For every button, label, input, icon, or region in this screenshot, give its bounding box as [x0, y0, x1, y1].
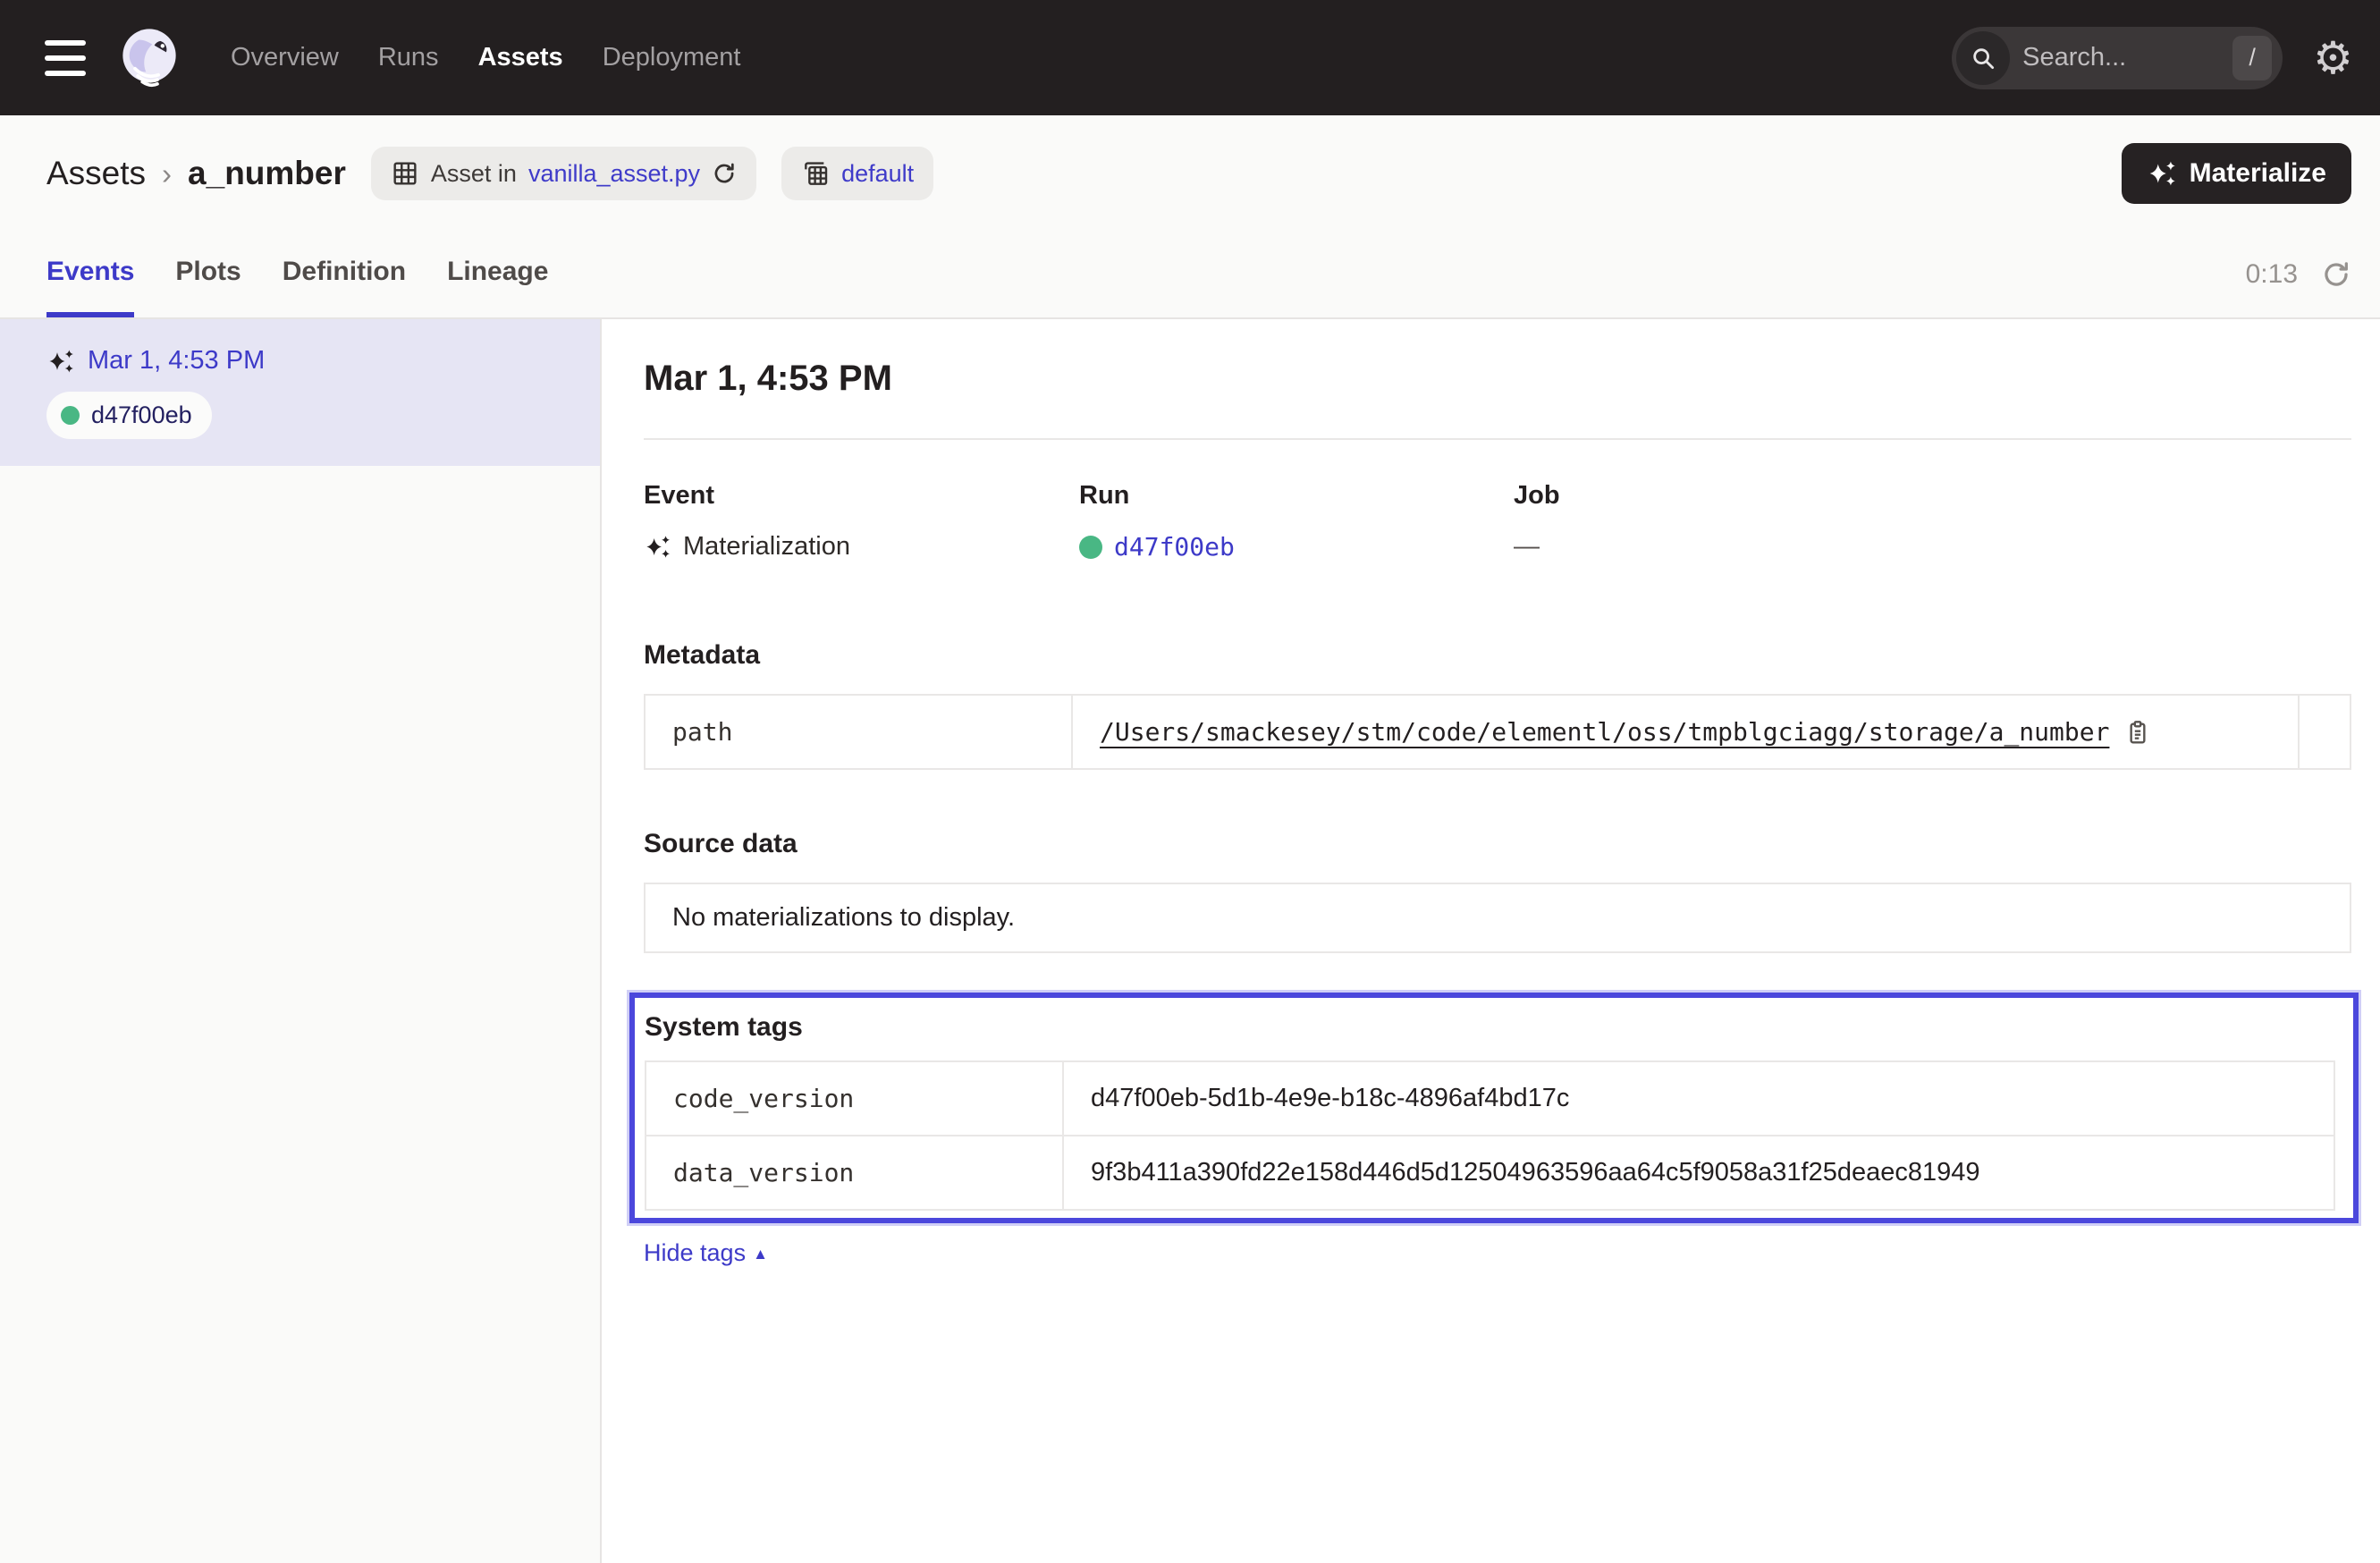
asset-file-link[interactable]: vanilla_asset.py — [528, 160, 700, 188]
event-type-value: Materialization — [683, 532, 850, 562]
group-grid-icon — [801, 159, 830, 188]
materialization-sparkle-icon — [644, 533, 671, 561]
materialize-label: Materialize — [2190, 158, 2326, 189]
event-list-sidebar: Mar 1, 4:53 PM d47f00eb — [0, 319, 602, 1563]
system-tags-title: System tags — [645, 1012, 2335, 1043]
event-detail-panel: Mar 1, 4:53 PM Event Materialization Run… — [602, 319, 2380, 1563]
metadata-key: path — [646, 696, 1073, 768]
page-header: Assets › a_number Asset in vanilla_asset… — [0, 115, 2380, 319]
table-end-cell — [2298, 696, 2350, 768]
job-empty-value: — — [1514, 532, 1540, 562]
search-input[interactable] — [2010, 43, 2232, 72]
event-heading: Mar 1, 4:53 PM — [644, 359, 2351, 399]
dagster-logo-icon[interactable] — [114, 23, 184, 93]
top-nav: Overview Runs Assets Deployment / ⚙ — [0, 0, 2380, 115]
metadata-title: Metadata — [644, 640, 2351, 671]
run-status-dot — [1079, 536, 1102, 559]
table-row: code_version d47f00eb-5d1b-4e9e-b18c-489… — [646, 1062, 2334, 1135]
group-link[interactable]: default — [841, 160, 914, 188]
table-row: data_version 9f3b411a390fd22e158d446d5d1… — [646, 1135, 2334, 1209]
system-tag-key: data_version — [646, 1136, 1064, 1209]
event-list-item[interactable]: Mar 1, 4:53 PM d47f00eb — [0, 319, 600, 466]
nav-item-overview[interactable]: Overview — [231, 43, 339, 72]
run-id-link[interactable]: d47f00eb — [1114, 532, 1235, 562]
asset-group-chip[interactable]: default — [781, 147, 933, 200]
tab-events[interactable]: Events — [46, 232, 134, 317]
breadcrumb-separator: › — [162, 156, 172, 191]
asset-grid-icon — [391, 159, 419, 188]
breadcrumb-asset-name: a_number — [188, 155, 346, 192]
refresh-countdown: 0:13 — [2246, 259, 2298, 290]
tab-lineage[interactable]: Lineage — [447, 232, 548, 317]
reload-definition-icon[interactable] — [712, 161, 737, 186]
system-tag-value: d47f00eb-5d1b-4e9e-b18c-4896af4bd17c — [1064, 1062, 2334, 1135]
source-data-empty-message: No materializations to display. — [644, 883, 2351, 953]
nav-links: Overview Runs Assets Deployment — [231, 43, 740, 72]
system-tag-key: code_version — [646, 1062, 1064, 1135]
system-tags-highlight: System tags code_version d47f00eb-5d1b-4… — [629, 993, 2359, 1223]
table-row: path /Users/smackesey/stm/code/elementl/… — [646, 696, 2350, 768]
tab-definition[interactable]: Definition — [283, 232, 406, 317]
hide-tags-label: Hide tags — [644, 1239, 746, 1267]
global-search[interactable]: / — [1952, 27, 2283, 89]
caret-up-icon: ▲ — [753, 1244, 768, 1263]
run-column-label: Run — [1079, 481, 1514, 511]
asset-chip-prefix: Asset in — [431, 160, 517, 188]
job-column-label: Job — [1514, 481, 2351, 511]
nav-item-runs[interactable]: Runs — [378, 43, 439, 72]
search-shortcut-key: / — [2232, 36, 2272, 80]
breadcrumb-assets-link[interactable]: Assets — [46, 155, 146, 192]
run-id-label: d47f00eb — [91, 401, 192, 429]
divider — [644, 438, 2351, 440]
nav-item-assets[interactable]: Assets — [478, 43, 563, 72]
run-id-chip[interactable]: d47f00eb — [46, 392, 212, 439]
search-icon — [1956, 31, 2010, 85]
refresh-icon[interactable] — [2321, 259, 2351, 290]
metadata-path-link[interactable]: /Users/smackesey/stm/code/elementl/oss/t… — [1100, 717, 2109, 747]
copy-path-icon[interactable] — [2123, 718, 2152, 747]
metadata-table: path /Users/smackesey/stm/code/elementl/… — [644, 694, 2351, 770]
metadata-section: Metadata path /Users/smackesey/stm/code/… — [644, 640, 2351, 770]
settings-gear-icon[interactable]: ⚙ — [2313, 36, 2353, 80]
system-tag-value: 9f3b411a390fd22e158d446d5d12504963596aa6… — [1064, 1136, 2334, 1209]
tab-plots[interactable]: Plots — [175, 232, 241, 317]
nav-item-deployment[interactable]: Deployment — [603, 43, 741, 72]
menu-icon[interactable] — [45, 40, 86, 76]
materialization-sparkle-icon — [46, 347, 75, 376]
system-tags-table: code_version d47f00eb-5d1b-4e9e-b18c-489… — [645, 1060, 2335, 1211]
event-summary: Event Materialization Run d47f00eb Job — — [644, 481, 2351, 562]
source-data-section: Source data No materializations to displ… — [644, 829, 2351, 953]
event-timestamp-link[interactable]: Mar 1, 4:53 PM — [88, 346, 265, 376]
asset-tabs: Events Plots Definition Lineage 0:13 — [0, 232, 2380, 317]
breadcrumb: Assets › a_number — [46, 155, 346, 192]
source-data-title: Source data — [644, 829, 2351, 859]
asset-definition-chip[interactable]: Asset in vanilla_asset.py — [371, 147, 756, 200]
event-column-label: Event — [644, 481, 1079, 511]
sparkle-icon — [2147, 158, 2177, 189]
materialize-button[interactable]: Materialize — [2122, 143, 2351, 204]
hide-tags-link[interactable]: Hide tags ▲ — [644, 1239, 768, 1267]
run-status-dot — [61, 406, 80, 425]
